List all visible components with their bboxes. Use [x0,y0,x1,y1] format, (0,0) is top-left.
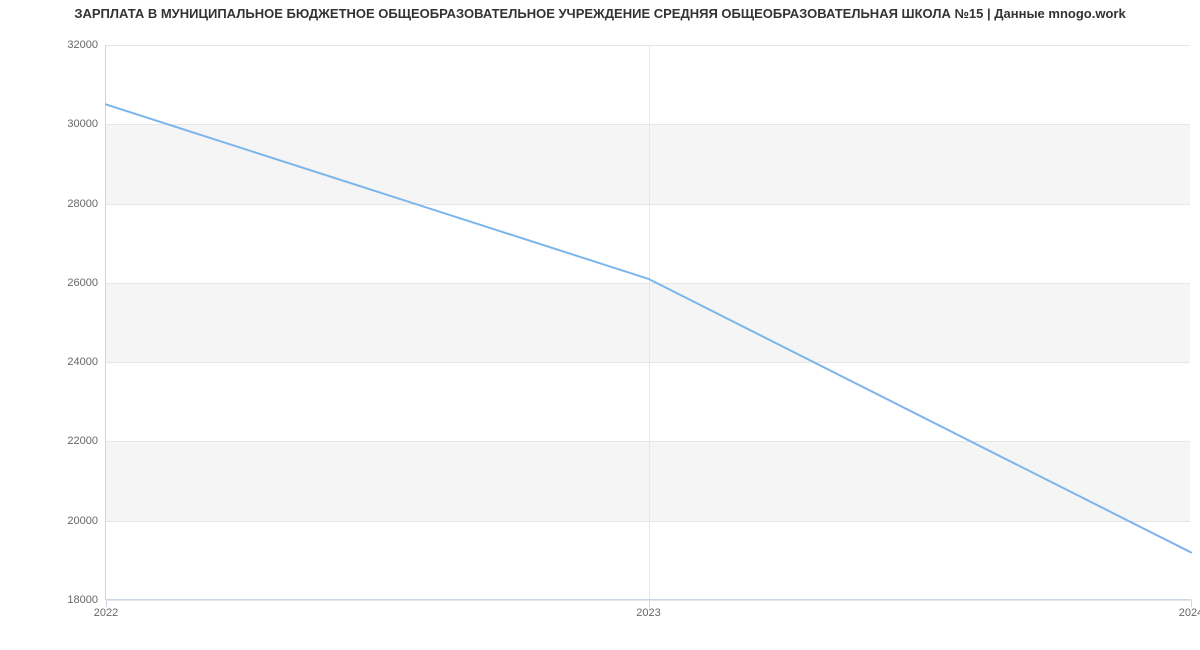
chart-container: ЗАРПЛАТА В МУНИЦИПАЛЬНОЕ БЮДЖЕТНОЕ ОБЩЕО… [0,0,1200,650]
x-tick-label: 2023 [636,599,660,619]
y-tick-label: 28000 [67,198,106,210]
y-tick-label: 30000 [67,118,106,130]
y-tick-label: 24000 [67,356,106,368]
y-tick-label: 32000 [67,39,106,51]
x-tick-label: 2024 [1179,599,1200,619]
chart-title: ЗАРПЛАТА В МУНИЦИПАЛЬНОЕ БЮДЖЕТНОЕ ОБЩЕО… [0,6,1200,21]
plot-area: 1800020000220002400026000280003000032000… [105,45,1190,600]
y-tick-label: 20000 [67,515,106,527]
series-line [106,104,1191,552]
y-tick-label: 22000 [67,435,106,447]
x-tick-label: 2022 [94,599,118,619]
y-tick-label: 26000 [67,277,106,289]
line-layer [106,45,1191,600]
